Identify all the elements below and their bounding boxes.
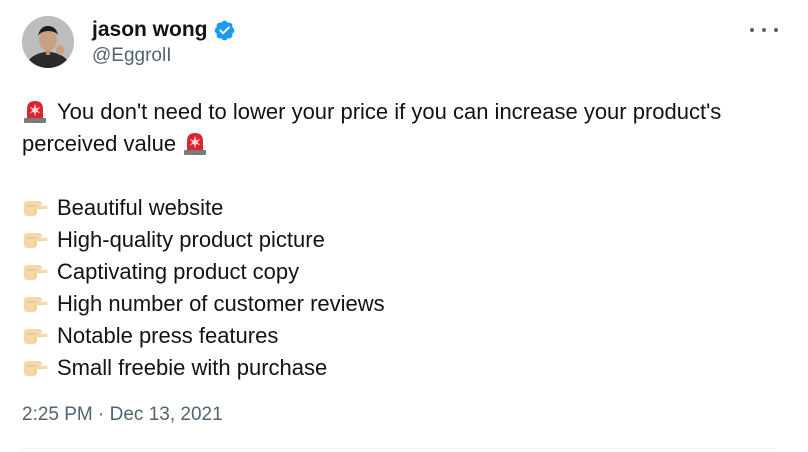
list-item-text: Captivating product copy xyxy=(57,259,300,284)
avatar[interactable] xyxy=(22,16,74,68)
pointing-right-hand-emoji-icon xyxy=(22,322,48,348)
police-siren-emoji-icon xyxy=(22,98,48,124)
profile-photo-icon xyxy=(22,16,74,68)
tweet-text: You don't need to lower your price if yo… xyxy=(22,96,782,384)
pointing-right-hand-emoji-icon xyxy=(22,290,48,316)
list-item-text: High number of customer reviews xyxy=(57,291,385,316)
more-options-icon[interactable] xyxy=(750,18,778,42)
list-item: Notable press features xyxy=(22,320,782,352)
list-item-text: Beautiful website xyxy=(57,195,224,220)
tweet-card: jason wong @EggrolI You don't need to lo… xyxy=(0,0,808,452)
tweet-headline-line: You don't need to lower your price if yo… xyxy=(22,96,782,128)
list-item: Beautiful website xyxy=(22,192,782,224)
pointing-right-hand-emoji-icon xyxy=(22,354,48,380)
list-item: High-quality product picture xyxy=(22,224,782,256)
police-siren-emoji-icon xyxy=(182,130,208,156)
more-dot xyxy=(774,28,778,32)
list-item: High number of customer reviews xyxy=(22,288,782,320)
more-dot xyxy=(762,28,766,32)
list-item-text: Notable press features xyxy=(57,323,279,348)
tweet-headline-cont-line: perceived value xyxy=(22,128,782,160)
pointing-right-hand-emoji-icon xyxy=(22,226,48,252)
pointing-right-hand-emoji-icon xyxy=(22,258,48,284)
author-handle[interactable]: @EggrolI xyxy=(92,44,172,68)
author-display-name[interactable]: jason wong xyxy=(92,17,208,43)
list-item: Captivating product copy xyxy=(22,256,782,288)
verified-badge-icon[interactable] xyxy=(213,19,236,42)
tweet-headline-cont: perceived value xyxy=(22,131,177,156)
tweet-timestamp[interactable]: 2:25 PM · Dec 13, 2021 xyxy=(22,403,223,427)
divider xyxy=(22,448,776,449)
list-item: Small freebie with purchase xyxy=(22,352,782,384)
tweet-headline: You don't need to lower your price if yo… xyxy=(57,99,722,124)
pointing-right-hand-emoji-icon xyxy=(22,194,48,220)
list-item-text: Small freebie with purchase xyxy=(57,355,328,380)
author-name-row[interactable]: jason wong xyxy=(92,17,236,43)
feature-list: Beautiful website High-quality product pi… xyxy=(22,192,782,384)
list-item-text: High-quality product picture xyxy=(57,227,325,252)
more-dot xyxy=(750,28,754,32)
